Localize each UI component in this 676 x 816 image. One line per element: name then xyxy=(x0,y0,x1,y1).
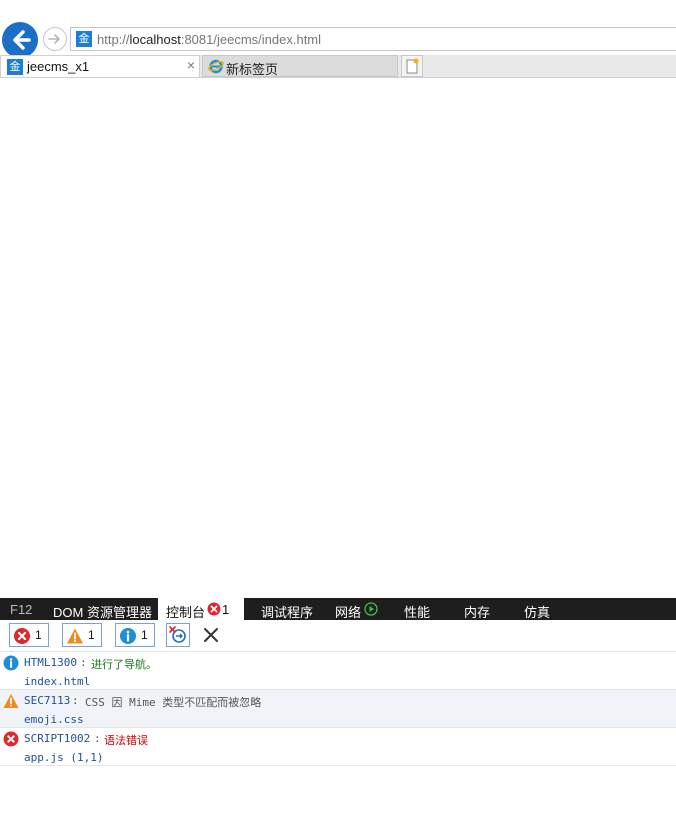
tab-jeecms[interactable]: 金 jeecms_x1 × xyxy=(0,55,200,77)
page-viewport xyxy=(0,78,676,596)
navigation-bar: 金 http://localhost:8081/jeecms/index.htm… xyxy=(0,22,676,58)
message-source-link[interactable]: app.js (1,1) xyxy=(24,751,103,764)
warning-count: 1 xyxy=(88,628,95,642)
console-toolbar: 1 1 1 xyxy=(0,621,676,652)
site-favicon-icon: 金 xyxy=(76,31,92,47)
tab-label: jeecms_x1 xyxy=(27,59,90,74)
info-icon xyxy=(3,655,19,671)
console-error-count: 1 xyxy=(222,602,230,617)
back-button[interactable] xyxy=(2,22,38,58)
tab-debugger[interactable]: 调试程序 xyxy=(261,602,313,621)
message-source-link[interactable]: index.html xyxy=(24,675,90,688)
tab-label: 新标签页 xyxy=(226,62,279,77)
warning-icon xyxy=(67,628,83,644)
clear-console-icon[interactable] xyxy=(202,626,220,644)
message-source-link[interactable]: emoji.css xyxy=(24,713,84,726)
tab-close-icon[interactable]: × xyxy=(187,57,195,73)
error-count: 1 xyxy=(35,628,42,642)
address-bar[interactable]: 金 http://localhost:8081/jeecms/index.htm… xyxy=(70,27,676,51)
tab-console[interactable]: 控制台 1 xyxy=(158,598,244,620)
console-message-info[interactable]: HTML1300 : 进行了导航。 index.html xyxy=(0,652,676,690)
devtools-tab-bar: F12 DOM 资源管理器 控制台 1 调试程序 网络 性能 内存 仿真 xyxy=(0,598,676,620)
filter-warnings-button[interactable]: 1 xyxy=(62,623,102,647)
tab-new-tab-page[interactable]: 新标签页 xyxy=(202,55,398,77)
forward-arrow-icon xyxy=(48,34,60,44)
message-code: SCRIPT1002 xyxy=(24,732,91,745)
error-icon xyxy=(207,602,221,616)
site-favicon-icon: 金 xyxy=(7,59,23,75)
error-icon xyxy=(14,628,30,644)
clear-on-navigate-icon xyxy=(169,626,186,643)
message-text: 进行了导航。 xyxy=(91,658,157,671)
message-text: CSS 因 Mime 类型不匹配而被忽略 xyxy=(85,696,262,709)
message-separator: : xyxy=(80,656,87,669)
tab-memory[interactable]: 内存 xyxy=(464,602,490,621)
tab-strip: 金 jeecms_x1 × 新标签页 xyxy=(0,55,676,78)
tab-performance[interactable]: 性能 xyxy=(404,602,430,621)
new-tab-button[interactable] xyxy=(401,55,423,77)
message-text: 语法错误 xyxy=(104,734,148,747)
tab-dom-explorer[interactable]: DOM 资源管理器 xyxy=(53,602,152,621)
info-icon xyxy=(120,628,136,644)
info-count: 1 xyxy=(141,628,148,642)
tab-network[interactable]: 网络 xyxy=(335,602,361,621)
back-arrow-icon xyxy=(13,30,31,50)
message-separator: : xyxy=(72,694,79,707)
ie-logo-icon xyxy=(208,59,224,74)
tab-console-label: 控制台 xyxy=(166,605,206,620)
warning-icon xyxy=(3,694,19,708)
message-separator: : xyxy=(94,732,101,745)
message-code: HTML1300 xyxy=(24,656,77,669)
filter-errors-button[interactable]: 1 xyxy=(9,623,49,647)
clear-on-navigate-button[interactable] xyxy=(166,623,190,647)
console-message-warning[interactable]: SEC7113 : CSS 因 Mime 类型不匹配而被忽略 emoji.css xyxy=(0,690,676,728)
tab-emulation[interactable]: 仿真 xyxy=(524,602,550,621)
forward-button[interactable] xyxy=(43,27,67,51)
url-text[interactable]: http://localhost:8081/jeecms/index.html xyxy=(97,32,321,47)
console-message-error[interactable]: SCRIPT1002 : 语法错误 app.js (1,1) xyxy=(0,728,676,766)
error-icon xyxy=(3,731,19,747)
play-icon xyxy=(364,602,378,616)
devtools-f12-label: F12 xyxy=(10,602,33,617)
new-tab-icon xyxy=(406,58,419,74)
message-code: SEC7113 xyxy=(24,694,71,707)
filter-info-button[interactable]: 1 xyxy=(115,623,155,647)
